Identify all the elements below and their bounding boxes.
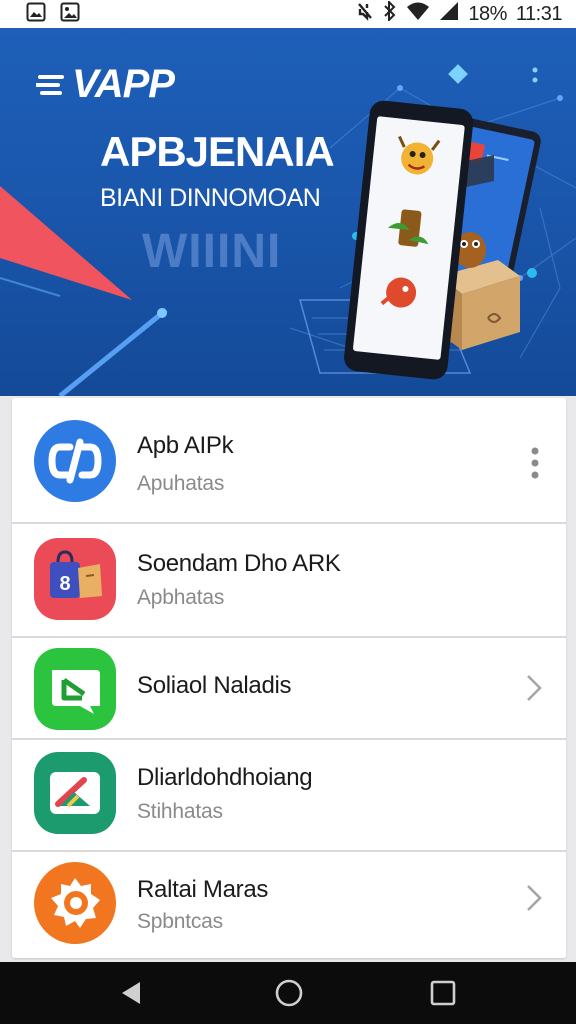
badge-app-icon <box>34 862 116 944</box>
svg-text:8: 8 <box>59 573 70 595</box>
app-title: Raltai Maras <box>137 876 269 903</box>
mute-icon <box>356 1 374 27</box>
list-item[interactable]: Soliaol Naladis <box>12 638 566 740</box>
status-notifications <box>26 2 80 27</box>
app-subtitle: Spbntcas <box>137 910 223 933</box>
app-title: Soendam Dho ARK <box>137 550 341 577</box>
brand-logo: VAPP <box>36 62 175 107</box>
promo-banner[interactable]: VAPP APBJENAIA BIANI DINNOMOAN WIIINI <box>0 28 576 396</box>
back-icon[interactable] <box>116 978 146 1008</box>
chat-app-icon <box>34 648 116 730</box>
list-item[interactable]: 8 Soendam Dho ARK Apbhatas <box>12 524 566 638</box>
gallery-icon <box>60 2 80 27</box>
app-title: Soliaol Naladis <box>137 672 292 699</box>
store-bag-app-icon: 8 <box>34 538 116 620</box>
link-app-icon <box>34 420 116 502</box>
pencil-app-icon <box>34 752 116 834</box>
app-subtitle: Apbhatas <box>137 586 225 609</box>
image-icon <box>26 2 46 27</box>
app-subtitle: Apuhatas <box>137 472 225 495</box>
chevron-right-icon[interactable] <box>526 884 542 912</box>
status-bar: 18% 11:31 <box>0 0 576 28</box>
wifi-icon <box>406 1 430 27</box>
list-item[interactable]: Raltai Maras Spbntcas <box>12 852 566 958</box>
battery-level: 18% <box>468 2 507 25</box>
status-system: 18% 11:31 <box>356 0 563 27</box>
banner-headline: APBJENAIA <box>100 128 335 175</box>
chevron-right-icon[interactable] <box>526 674 542 702</box>
clock: 11:31 <box>515 2 563 25</box>
app-screen: 18% 11:31 VAPP APBJENAIA BIANI DINNOMOAN… <box>0 0 576 1024</box>
banner-subheadline: BIANI DINNOMOAN <box>100 184 321 212</box>
app-list: Apb AIPk Apuhatas 8 Soendam Dho ARK Apbh… <box>12 398 566 958</box>
signal-icon <box>439 1 459 27</box>
banner-ghost-text: WIIINI <box>142 225 282 278</box>
speed-lines-icon <box>36 74 64 95</box>
app-title: Dliarldohdhoiang <box>137 764 313 791</box>
home-icon[interactable] <box>274 978 304 1008</box>
list-item[interactable]: Dliarldohdhoiang Stihhatas <box>12 740 566 852</box>
bluetooth-icon <box>383 0 397 27</box>
list-item[interactable]: Apb AIPk Apuhatas <box>12 398 566 524</box>
navigation-bar <box>0 962 576 1024</box>
app-title: Apb AIPk <box>137 432 234 459</box>
recents-icon[interactable] <box>428 978 458 1008</box>
app-subtitle: Stihhatas <box>137 800 223 823</box>
more-vert-icon[interactable] <box>528 446 542 480</box>
brand-name: VAPP <box>72 62 175 106</box>
